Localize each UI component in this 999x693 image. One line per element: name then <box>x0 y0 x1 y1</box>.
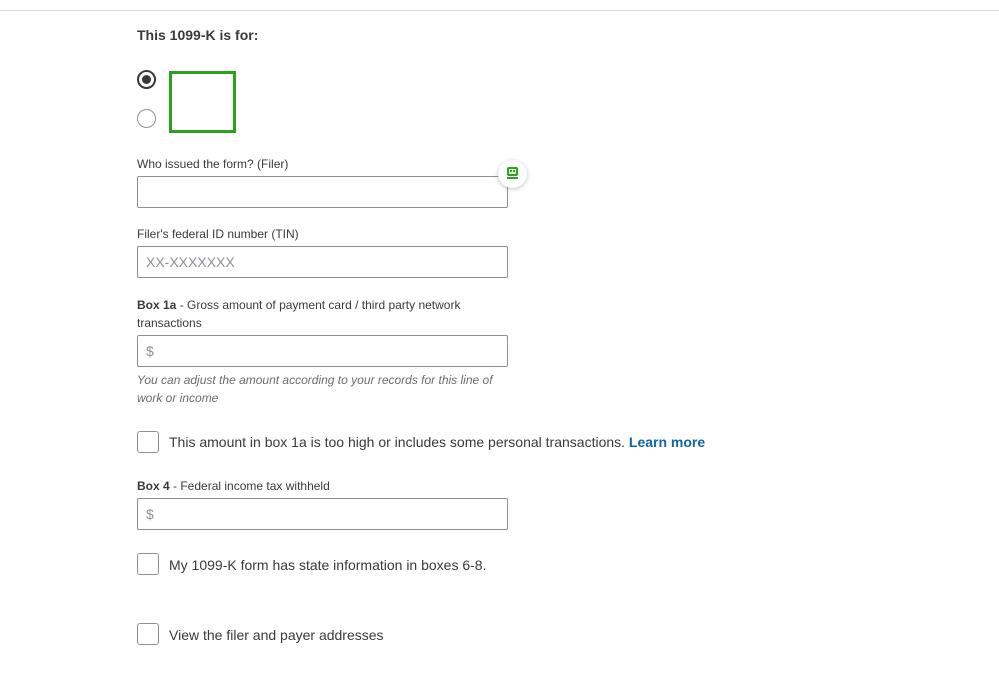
filer-label: Who issued the form? (Filer) <box>137 157 289 171</box>
recipient-option-radio-1[interactable] <box>137 70 156 89</box>
top-divider <box>0 10 999 11</box>
filer-input[interactable] <box>137 176 508 208</box>
state-info-checkbox[interactable] <box>137 553 159 575</box>
box1a-too-high-text: This amount in box 1a is too high or inc… <box>169 434 629 450</box>
autofill-assistant-icon[interactable] <box>498 160 527 188</box>
view-addresses-label: View the filer and payer addresses <box>169 627 384 643</box>
selection-highlight-box <box>169 71 236 133</box>
learn-more-link[interactable]: Learn more <box>629 434 705 450</box>
state-info-label: My 1099-K form has state information in … <box>169 557 487 573</box>
box4-label-rest: - Federal income tax withheld <box>169 479 330 493</box>
box1a-label-rest: - Gross amount of payment card / third p… <box>137 298 461 330</box>
tin-label: Filer's federal ID number (TIN) <box>137 227 299 241</box>
box1a-input[interactable] <box>137 335 508 367</box>
assistant-bar-glyph <box>507 177 518 179</box>
box4-label-bold: Box 4 <box>137 479 170 493</box>
view-addresses-checkbox[interactable] <box>137 623 159 645</box>
box1a-hint: You can adjust the amount according to y… <box>137 373 493 405</box>
section-title: This 1099-K is for: <box>137 27 259 43</box>
box4-label: Box 4 - Federal income tax withheld <box>137 477 507 495</box>
box1a-too-high-checkbox[interactable] <box>137 431 159 453</box>
box1a-too-high-label: This amount in box 1a is too high or inc… <box>169 434 705 450</box>
box1a-label-bold: Box 1a <box>137 298 177 312</box>
tin-input[interactable] <box>137 246 508 278</box>
assistant-face-glyph <box>507 167 518 176</box>
box4-input[interactable] <box>137 498 508 530</box>
box1a-label: Box 1a - Gross amount of payment card / … <box>137 296 507 332</box>
recipient-option-radio-2[interactable] <box>137 109 156 128</box>
